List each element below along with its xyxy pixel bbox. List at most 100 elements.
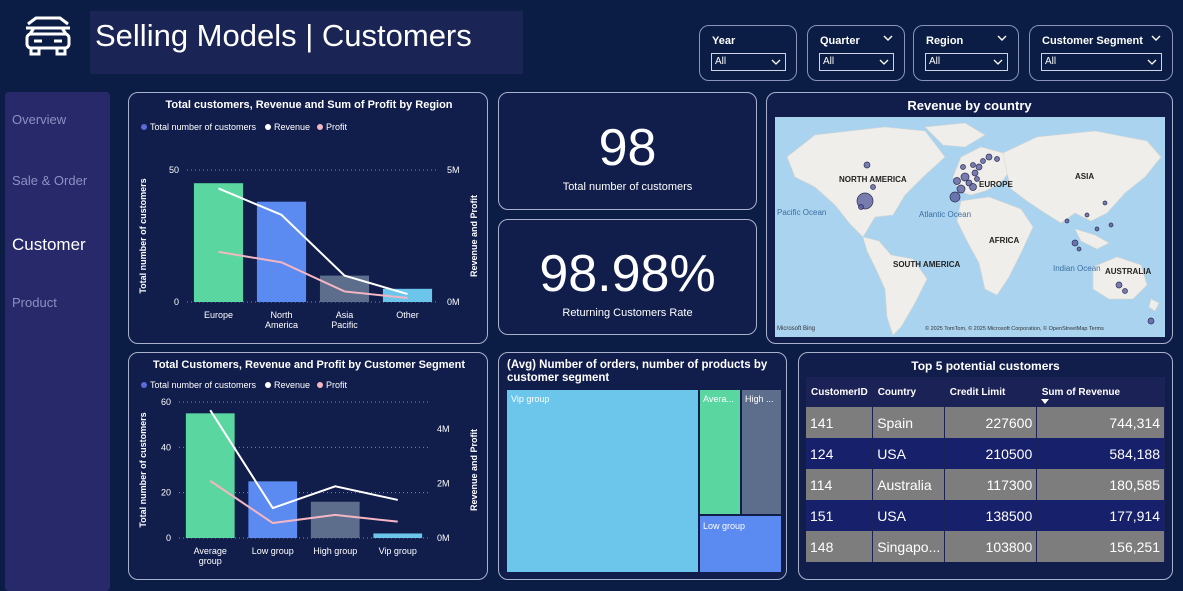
cell-revenue: 156,251 bbox=[1036, 531, 1165, 562]
region-slicer[interactable]: Region All bbox=[913, 25, 1019, 81]
table-row[interactable]: 151 USA 138500 177,914 bbox=[806, 500, 1165, 531]
profit-line bbox=[209, 480, 398, 525]
y2-axis-label: Revenue and Profit bbox=[469, 195, 479, 277]
map-label-south-america: SOUTH AMERICA bbox=[893, 260, 960, 269]
chevron-down-icon[interactable] bbox=[1150, 32, 1162, 44]
kpi-returning-rate-label: Returning Customers Rate bbox=[562, 307, 693, 319]
nav-item-sale-order[interactable]: Sale & Order bbox=[12, 173, 87, 188]
legend-marker bbox=[141, 124, 147, 130]
legend-marker bbox=[265, 124, 271, 130]
table-row[interactable]: 114 Australia 117300 180,585 bbox=[806, 469, 1165, 500]
bar bbox=[193, 183, 244, 302]
x-tick-label: Average bbox=[194, 546, 227, 556]
legend-marker bbox=[141, 382, 147, 388]
legend-label: Revenue bbox=[274, 122, 310, 132]
cell-customerid: 151 bbox=[806, 500, 874, 531]
x-tick-label: High group bbox=[313, 546, 357, 556]
y2-tick-label: 4M bbox=[437, 424, 450, 434]
page-title: Selling Models | Customers bbox=[95, 18, 472, 53]
chart-title: Total Customers, Revenue and Profit by C… bbox=[153, 359, 465, 371]
cell-revenue: 177,914 bbox=[1036, 500, 1165, 531]
slicer-label: Quarter bbox=[820, 35, 860, 47]
nav-item-overview[interactable]: Overview bbox=[12, 112, 66, 127]
region-chart-card: Total customers, Revenue and Sum of Prof… bbox=[128, 92, 488, 344]
treemap-tile-label: Low group bbox=[703, 521, 746, 531]
treemap-tile-label: Avera... bbox=[703, 394, 734, 404]
world-map[interactable]: NORTH AMERICA EUROPE ASIA AFRICA SOUTH A… bbox=[775, 117, 1165, 337]
cell-country: USA bbox=[872, 500, 946, 531]
chevron-down-icon[interactable] bbox=[882, 32, 894, 44]
x-tick-label: Pacific bbox=[331, 320, 358, 330]
bar bbox=[310, 501, 360, 538]
chevron-down-icon[interactable] bbox=[996, 32, 1008, 44]
quarter-slicer[interactable]: Quarter All bbox=[807, 25, 905, 81]
cell-country: USA bbox=[872, 438, 946, 469]
slicer-label: Year bbox=[712, 35, 736, 47]
slicer-label: Region bbox=[926, 35, 964, 47]
chevron-down-icon bbox=[771, 59, 781, 65]
top5-table: CustomerID Country Credit Limit Sum of R… bbox=[806, 377, 1165, 562]
x-tick-label: Other bbox=[396, 310, 419, 320]
returning-rate-card: 98.98% Returning Customers Rate bbox=[498, 219, 757, 335]
nav-item-customer[interactable]: Customer bbox=[12, 235, 86, 255]
top5-title: Top 5 potential customers bbox=[911, 359, 1060, 373]
nav-item-product[interactable]: Product bbox=[12, 295, 57, 310]
legend-label: Profit bbox=[326, 380, 348, 390]
slicer-value: All bbox=[715, 56, 727, 67]
cell-credit-limit: 227600 bbox=[944, 407, 1038, 438]
treemap-title: (Avg) Number of orders, number of produc… bbox=[507, 359, 768, 384]
legend-marker bbox=[317, 124, 323, 130]
legend-label: Revenue bbox=[274, 380, 310, 390]
treemap-tile-label: High ... bbox=[745, 394, 774, 404]
y-tick-label: 60 bbox=[161, 397, 171, 407]
bar bbox=[248, 481, 298, 538]
revenue-line bbox=[209, 409, 398, 510]
treemap-tile-low[interactable]: Low group bbox=[700, 516, 781, 572]
treemap-tile-average[interactable]: Avera... bbox=[700, 390, 740, 514]
region-select[interactable]: All bbox=[925, 53, 1008, 71]
cell-country: Spain bbox=[872, 407, 946, 438]
cell-revenue: 744,314 bbox=[1036, 407, 1165, 438]
col-customerid[interactable]: CustomerID bbox=[806, 377, 873, 407]
cell-customerid: 141 bbox=[806, 407, 874, 438]
map-title: Revenue by country bbox=[907, 98, 1032, 113]
y2-tick-label: 0M bbox=[437, 533, 450, 543]
col-credit-limit[interactable]: Credit Limit bbox=[944, 377, 1037, 407]
col-label: Sum of Revenue bbox=[1041, 386, 1121, 398]
map-label-north-america: NORTH AMERICA bbox=[839, 175, 907, 184]
bar bbox=[256, 201, 307, 302]
treemap-tile-vip[interactable]: Vip group bbox=[507, 390, 698, 572]
col-sum-of-revenue[interactable]: Sum of Revenue bbox=[1036, 377, 1165, 407]
total-customers-card: 98 Total number of customers bbox=[498, 92, 757, 210]
table-row[interactable]: 124 USA 210500 584,188 bbox=[806, 438, 1165, 469]
table-row[interactable]: 141 Spain 227600 744,314 bbox=[806, 407, 1165, 438]
sidebar-nav: Overview Sale & Order Customer Product bbox=[5, 92, 110, 591]
cell-credit-limit: 138500 bbox=[944, 500, 1038, 531]
map-label-europe: EUROPE bbox=[979, 180, 1013, 189]
cell-credit-limit: 103800 bbox=[944, 531, 1038, 562]
year-select[interactable]: All bbox=[711, 53, 786, 71]
year-slicer[interactable]: Year All bbox=[699, 25, 797, 81]
bar bbox=[373, 533, 423, 538]
y-tick-label: 50 bbox=[169, 165, 179, 175]
treemap-tile-high[interactable]: High ... bbox=[742, 390, 781, 514]
map-credit: © 2025 TomTom, © 2025 Microsoft Corporat… bbox=[925, 325, 1104, 332]
y-tick-label: 0 bbox=[166, 533, 171, 543]
x-tick-label: Low group bbox=[252, 546, 294, 556]
slicer-label: Customer Segment bbox=[1042, 35, 1143, 47]
cell-customerid: 124 bbox=[806, 438, 874, 469]
quarter-select[interactable]: All bbox=[819, 53, 894, 71]
col-country[interactable]: Country bbox=[872, 377, 945, 407]
y2-tick-label: 0M bbox=[447, 297, 460, 307]
cell-credit-limit: 210500 bbox=[944, 438, 1038, 469]
map-label-indian: Indian Ocean bbox=[1053, 264, 1101, 273]
kpi-total-customers-value: 98 bbox=[598, 119, 657, 177]
table-row[interactable]: 148 Singapo... 103800 156,251 bbox=[806, 531, 1165, 562]
x-tick-label: Europe bbox=[204, 310, 233, 320]
x-tick-label: Asia bbox=[336, 310, 354, 320]
legend-label: Profit bbox=[326, 122, 348, 132]
customer-segment-slicer[interactable]: Customer Segment All bbox=[1029, 25, 1173, 81]
cell-customerid: 148 bbox=[806, 531, 874, 562]
customer-segment-select[interactable]: All bbox=[1041, 53, 1162, 71]
slicer-value: All bbox=[1045, 56, 1057, 67]
